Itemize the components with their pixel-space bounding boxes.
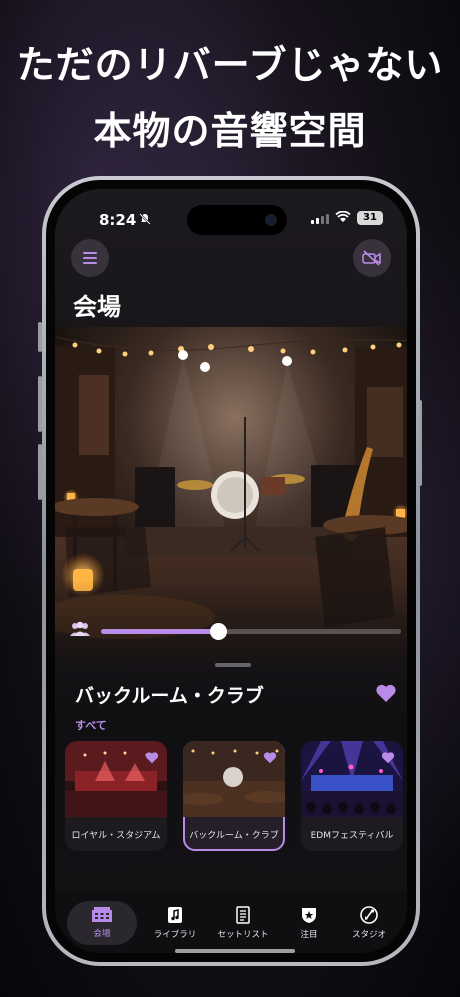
venue-card-label: ロイヤル・スタジアム (71, 830, 161, 841)
venue-card-label: バックルーム・クラブ (189, 830, 279, 841)
tab-label: スタジオ (351, 930, 386, 940)
tab-venue[interactable]: 会場 (67, 901, 137, 945)
promo-headline-line2: 本物の音響空間 (93, 109, 367, 153)
tab-library[interactable]: ライブラリ (143, 901, 207, 945)
audience-slider[interactable] (69, 619, 407, 643)
favorite-heart-icon[interactable] (375, 683, 397, 707)
slider-thumb[interactable] (210, 623, 227, 640)
venue-card[interactable]: ロイヤル・スタジアム (65, 741, 167, 851)
slider-fill (101, 629, 218, 634)
signal-icon (311, 214, 329, 224)
camera-toggle-button[interactable] (353, 239, 391, 277)
status-bar: 8:24 31 (55, 205, 407, 235)
status-time: 8:24 (99, 211, 137, 229)
venue-sheet: バックルーム・クラブ すべて ロイヤル・スタジアム バックルーム・クラブ EDM… (55, 659, 407, 891)
menu-button[interactable] (71, 239, 109, 277)
venue-name: バックルーム・クラブ (75, 685, 264, 707)
filter-all[interactable]: すべて (75, 717, 107, 733)
tab-label: 会場 (93, 929, 111, 939)
favorite-heart-icon[interactable] (381, 749, 395, 768)
video-off-icon (362, 250, 381, 266)
venue-card[interactable]: EDMフェスティバル (301, 741, 403, 851)
star-pick-icon (302, 908, 316, 923)
building-icon (92, 907, 112, 922)
tab-label: 注目 (300, 930, 318, 940)
tab-setlist[interactable]: セットリスト (211, 901, 275, 945)
tab-label: セットリスト (217, 930, 269, 940)
home-indicator (175, 949, 295, 953)
venue-carousel: ロイヤル・スタジアム バックルーム・クラブ EDMフェスティバル (65, 741, 407, 853)
phone-frame: 8:24 31 会場 バックルーム・クラブ すべて ロイヤル・スタジアム バック… (42, 176, 420, 966)
studio-icon (360, 906, 378, 924)
hamburger-menu-icon (83, 252, 97, 264)
tab-studio[interactable]: スタジオ (337, 901, 401, 945)
wifi-icon (335, 210, 351, 227)
tab-label: ライブラリ (153, 930, 197, 940)
app-screen: 8:24 31 会場 バックルーム・クラブ すべて ロイヤル・スタジアム バック… (55, 189, 407, 953)
sheet-grabber[interactable] (215, 663, 251, 667)
favorite-heart-icon[interactable] (263, 749, 277, 768)
promo-headline-line1: ただのリバーブじゃない (16, 43, 444, 87)
dynamic-island (187, 205, 287, 235)
tab-featured[interactable]: 注目 (277, 901, 341, 945)
favorite-heart-icon[interactable] (145, 749, 159, 768)
venue-card-label: EDMフェスティバル (310, 830, 394, 841)
page-title: 会場 (73, 293, 121, 321)
bell-slash-icon (139, 213, 151, 228)
music-library-icon (168, 907, 182, 923)
setlist-icon (236, 906, 250, 924)
battery-icon: 31 (357, 211, 383, 225)
people-icon (69, 621, 91, 641)
venue-card-selected[interactable]: バックルーム・クラブ (183, 741, 285, 851)
tab-bar: 会場 ライブラリ セットリスト 注目 スタジオ (55, 891, 407, 953)
slider-track[interactable] (101, 623, 401, 640)
